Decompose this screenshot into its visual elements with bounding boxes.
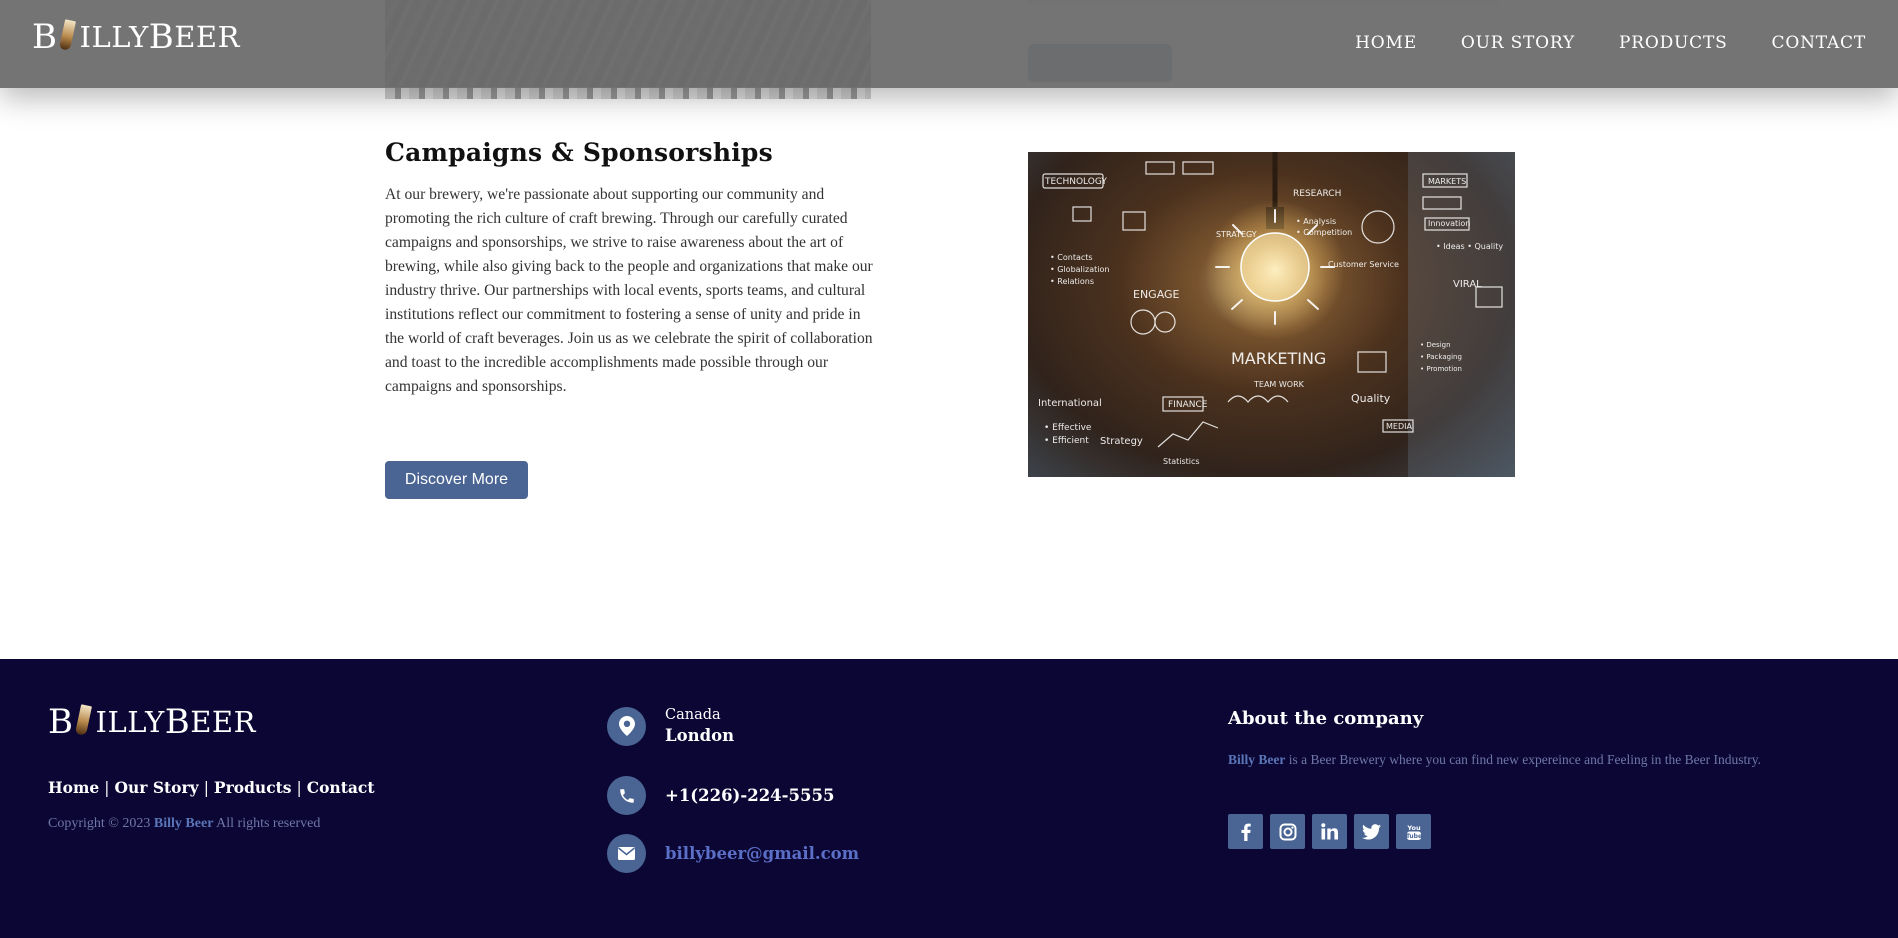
email-link[interactable]: billybeer@gmail.com — [665, 844, 859, 863]
doodle-innovation: Innovation — [1428, 219, 1470, 228]
doodle-efficient: • Efficient — [1044, 436, 1089, 446]
about-description: is a Beer Brewery where you can find new… — [1288, 752, 1761, 767]
footer-link-home[interactable]: Home — [48, 778, 99, 797]
footer-separator: | — [104, 779, 110, 797]
phone-text: +1(226)-224-5555 — [665, 785, 834, 807]
doodle-relations: • Relations — [1050, 277, 1094, 286]
youtube-icon[interactable]: You Tube — [1396, 814, 1431, 849]
doodle-strategy: STRATEGY — [1216, 230, 1257, 239]
svg-text:Tube: Tube — [1406, 833, 1422, 840]
location-city: London — [665, 726, 735, 745]
doodle-technology: TECHNOLOGY — [1044, 177, 1107, 187]
footer-logo-letter-b2: B — [164, 702, 191, 742]
doodle-promotion: • Promotion — [1420, 365, 1462, 373]
doodle-international: International — [1038, 398, 1102, 409]
nav-products[interactable]: PRODUCTS — [1619, 33, 1728, 53]
section-body: At our brewery, we're passionate about s… — [385, 186, 873, 395]
copyright: Copyright © 2023 Billy Beer All rights r… — [48, 816, 320, 832]
contact-location: Canada London — [607, 705, 734, 747]
svg-text:You: You — [1406, 824, 1421, 832]
doodle-engage: ENGAGE — [1133, 288, 1180, 301]
linkedin-icon[interactable] — [1312, 814, 1347, 849]
main-nav: HOME OUR STORY PRODUCTS CONTACT — [1355, 33, 1866, 53]
nav-home[interactable]: HOME — [1355, 33, 1417, 53]
doodle-contacts: • Contacts — [1050, 253, 1093, 262]
doodle-packaging: • Packaging — [1420, 353, 1462, 361]
nav-our-story[interactable]: OUR STORY — [1461, 33, 1575, 53]
logo-letter-b2: B — [148, 17, 175, 57]
marketing-lightbulb-image: TECHNOLOGY RESEARCH MARKETS ENGAGE STRAT… — [1028, 152, 1515, 477]
doodle-media: MEDIA — [1386, 422, 1412, 431]
twitter-icon[interactable] — [1354, 814, 1389, 849]
copyright-prefix: Copyright © 2023 — [48, 816, 151, 831]
footer-logo-letter-b: B — [48, 702, 74, 742]
footer-separator: | — [296, 779, 302, 797]
doodle-marketing: MARKETING — [1231, 349, 1326, 368]
footer-beer-horn-icon — [74, 703, 94, 739]
doodle-effective: • Effective — [1044, 423, 1092, 433]
about-title: About the company — [1228, 708, 1424, 729]
map-pin-icon — [607, 706, 646, 746]
doodle-quality: Quality — [1351, 392, 1391, 405]
location-text: Canada London — [665, 705, 734, 747]
site-logo[interactable]: B ILLY B EER — [32, 18, 240, 54]
doodle-competition: • Competition — [1296, 228, 1352, 237]
instagram-icon[interactable] — [1270, 814, 1305, 849]
footer-logo-word-illy: ILLY — [95, 705, 165, 739]
about-text: Billy Beer is a Beer Brewery where you c… — [1228, 750, 1788, 770]
doodle-markets: MARKETS — [1428, 177, 1466, 186]
doodle-design: • Design — [1420, 341, 1451, 349]
contact-phone: +1(226)-224-5555 — [607, 776, 834, 815]
footer-link-our-story[interactable]: Our Story — [114, 778, 198, 797]
doodle-globalization: • Globalization — [1050, 265, 1109, 274]
doodle-analysis: • Analysis — [1296, 217, 1336, 226]
social-links: You Tube — [1228, 814, 1431, 849]
copyright-brand: Billy Beer — [153, 816, 214, 831]
envelope-icon — [607, 834, 646, 873]
phone-number[interactable]: +1(226)-224-5555 — [665, 785, 834, 807]
doodle-finance: FINANCE — [1168, 400, 1208, 410]
site-header: B ILLY B EER HOME OUR STORY PRODUCTS CON… — [0, 0, 1898, 88]
footer-link-contact[interactable]: Contact — [307, 778, 375, 797]
section-title: Campaigns & Sponsorships — [385, 138, 773, 167]
phone-icon — [607, 776, 646, 815]
doodle-viral: VIRAL — [1453, 279, 1482, 290]
doodle-team-work: TEAM WORK — [1253, 380, 1305, 389]
footer-logo[interactable]: B ILLY B EER — [48, 703, 256, 739]
footer-link-products[interactable]: Products — [214, 778, 292, 797]
marketing-doodle-overlay: TECHNOLOGY RESEARCH MARKETS ENGAGE STRAT… — [1028, 152, 1515, 477]
logo-letter-b: B — [32, 17, 58, 57]
logo-word-illy: ILLY — [79, 20, 149, 54]
logo-word-eer: EER — [174, 20, 240, 54]
beer-horn-icon — [58, 18, 78, 54]
discover-more-button[interactable]: Discover More — [385, 461, 528, 499]
doodle-strategy-2: Strategy — [1100, 436, 1143, 447]
doodle-customer-service: Customer Service — [1328, 260, 1399, 269]
copyright-suffix: All rights reserved — [216, 816, 321, 831]
contact-email: billybeer@gmail.com — [607, 834, 859, 873]
nav-contact[interactable]: CONTACT — [1772, 33, 1866, 53]
site-footer: B ILLY B EER Home | Our Story | Products | Con… — [0, 659, 1898, 938]
location-country: Canada — [665, 707, 721, 723]
doodle-ideas: • Ideas • Quality — [1436, 242, 1503, 251]
doodle-research: RESEARCH — [1293, 189, 1341, 199]
footer-links: Home | Our Story | Products | Contact — [48, 778, 375, 797]
facebook-icon[interactable] — [1228, 814, 1263, 849]
footer-logo-word-eer: EER — [190, 705, 256, 739]
doodle-statistics: Statistics — [1163, 457, 1200, 466]
email-text: billybeer@gmail.com — [665, 844, 859, 863]
about-brand: Billy Beer — [1228, 752, 1286, 767]
footer-separator: | — [203, 779, 209, 797]
